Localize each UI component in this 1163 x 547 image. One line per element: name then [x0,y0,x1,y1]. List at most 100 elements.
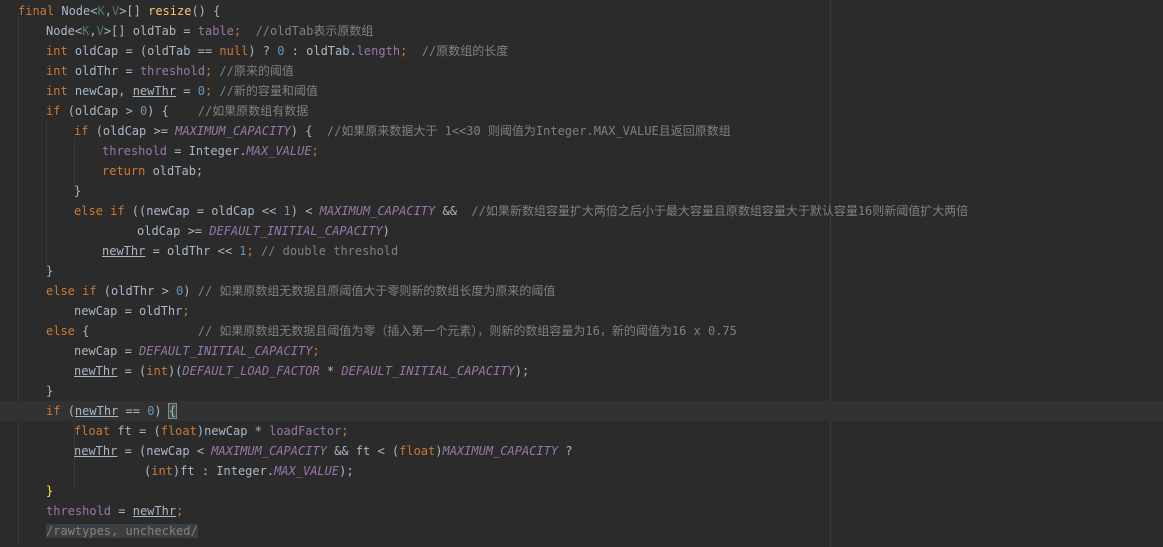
code-line[interactable]: newThr = (int)(DEFAULT_LOAD_FACTOR * DEF… [0,361,1163,381]
code-token: ) < [290,204,320,218]
code-token: if [74,124,96,138]
code-line[interactable]: else if ((newCap = oldCap << 1) < MAXIMU… [0,201,1163,221]
code-token: && ft < ( [326,444,400,458]
code-token: newCap = oldThr [74,304,183,318]
code-token: resize [148,4,192,18]
code-token: MAXIMUM_CAPACITY [442,444,559,458]
code-token: K [97,4,105,18]
code-line[interactable]: else { // 如果原数组无数据且阈值为零（插入第一个元素），则新的数组容量… [0,321,1163,341]
code-token: if [46,104,68,118]
code-token: oldTab; [152,164,204,178]
code-line[interactable]: if (oldCap >= MAXIMUM_CAPACITY) { //如果原来… [0,121,1163,141]
code-token: )( [167,364,183,378]
code-token: ; [312,344,320,358]
code-line[interactable]: int oldCap = (oldTab == null) ? 0 : oldT… [0,41,1163,61]
code-line[interactable]: } [0,181,1163,201]
code-line[interactable]: Node<K,V>[] oldTab = table; //oldTab表示原数… [0,21,1163,41]
code-line[interactable]: final Node<K,V>[] resize() { [0,1,1163,21]
code-token: DEFAULT_LOAD_FACTOR [182,364,320,378]
code-token: MAXIMUM_CAPACITY [211,444,327,458]
code-token: else if [46,284,104,298]
code-token: DEFAULT_INITIAL_CAPACITY [209,224,383,238]
code-token: ; [176,504,184,518]
code-token: int [46,64,75,78]
code-token: ); [339,464,354,478]
code-token: == [118,404,148,418]
code-line[interactable]: newThr = (newCap < MAXIMUM_CAPACITY && f… [0,441,1163,461]
code-line[interactable]: return oldTab; [0,161,1163,181]
code-token: loadFactor [269,424,342,438]
code-token: (oldCap > [67,104,140,118]
code-token: ) ? [248,44,278,58]
code-token: ; [341,424,349,438]
code-token: && [435,204,465,218]
code-token: Node< [61,4,98,18]
code-editor[interactable]: final Node<K,V>[] resize() {Node<K,V>[] … [0,0,1163,547]
code-token: = oldThr << [145,244,240,258]
code-token: ; [233,24,256,38]
code-line[interactable]: } [0,481,1163,501]
code-line[interactable]: /rawtypes, unchecked/ [0,521,1163,541]
code-line[interactable]: int oldThr = threshold; //原来的阈值 [0,61,1163,81]
code-line[interactable]: int newCap, newThr = 0; //新的容量和阈值 [0,81,1163,101]
code-line[interactable]: } [0,261,1163,281]
code-token: //oldTab表示原数组 [255,24,374,38]
code-line[interactable]: newCap = DEFAULT_INITIAL_CAPACITY; [0,341,1163,361]
code-token: // 如果原数组无数据且原阈值大于零则新的数组长度为原来的阈值 [197,284,556,298]
code-line[interactable]: newThr = oldThr << 1; // double threshol… [0,241,1163,261]
code-token: , [89,24,97,38]
code-token: ; [204,84,220,98]
code-token: threshold [139,64,205,78]
code-token: oldCap = (oldTab == [74,44,220,58]
code-line[interactable]: else if (oldThr > 0) // 如果原数组无数据且原阈值大于零则… [0,281,1163,301]
code-token: ); [514,364,530,378]
code-token: ; [311,144,319,158]
code-token: int [46,44,75,58]
code-token: newThr [74,364,118,378]
code-token: ) { [290,124,327,138]
code-token: } [46,484,54,498]
code-token: oldThr = [74,64,140,78]
code-token: ) [183,284,198,298]
code-token: newThr [74,404,119,418]
code-token: ft = ( [117,424,161,438]
code-token: )newCap * [196,424,270,438]
code-line[interactable]: if (newThr == 0) { [0,401,1163,421]
code-token: } [46,264,54,278]
code-line[interactable]: threshold = newThr; [0,501,1163,521]
code-line[interactable]: threshold = Integer.MAX_VALUE; [0,141,1163,161]
code-token: MAXIMUM_CAPACITY [319,204,436,218]
code-token: = (newCap < [117,444,212,458]
code-token: //如果原来数据大于 1<<30 则阈值为Integer.MAX_VALUE且返… [326,124,731,138]
code-token: Node< [46,24,83,38]
code-token: float [160,424,197,438]
code-token: MAX_VALUE [246,144,312,158]
code-token: V [96,24,104,38]
code-token: float [74,424,118,438]
code-line[interactable]: if (oldCap > 0) { //如果原数组有数据 [0,101,1163,121]
code-token: )ft : Integer. [172,464,275,478]
code-token: , [104,4,112,18]
code-token: ) [382,224,390,238]
code-token: int [46,84,75,98]
code-line[interactable]: } [0,381,1163,401]
code-token: return [102,164,153,178]
code-token: newCap = [74,344,140,358]
code-line[interactable]: newCap = oldThr; [0,301,1163,321]
code-line[interactable]: (int)ft : Integer.MAX_VALUE); [0,461,1163,481]
code-token: null [219,44,249,58]
code-token: //如果原数组有数据 [197,104,309,118]
code-token: newThr [132,84,177,98]
code-token: ) { [147,104,198,118]
code-token: float [399,444,436,458]
code-token: int [151,464,173,478]
code-token: (oldCap >= [95,124,176,138]
code-line[interactable]: oldCap >= DEFAULT_INITIAL_CAPACITY) [0,221,1163,241]
code-token: newThr [74,444,118,458]
code-token: threshold [46,504,112,518]
code-token: else if [74,204,132,218]
code-token: { [167,403,178,419]
code-token: newThr [132,504,177,518]
code-line[interactable]: float ft = (float)newCap * loadFactor; [0,421,1163,441]
code-token: : oldTab. [284,44,357,58]
